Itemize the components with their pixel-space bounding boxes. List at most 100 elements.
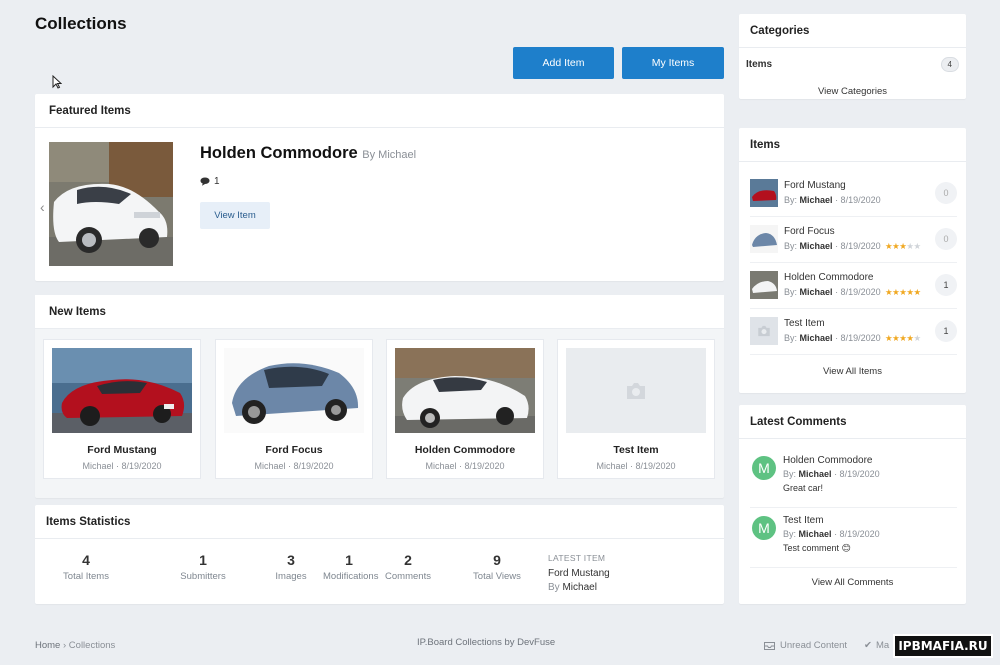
- comment-item-title[interactable]: Holden Commodore: [783, 455, 873, 466]
- mark-read-link[interactable]: ✔ Ma: [864, 640, 889, 651]
- items-statistics-heading: Items Statistics: [35, 505, 724, 539]
- star-empty-icon: ★: [913, 333, 922, 343]
- new-item-card[interactable]: Holden Commodore Michael · 8/19/2020: [386, 339, 544, 479]
- item-title[interactable]: Holden Commodore: [784, 272, 874, 283]
- item-author[interactable]: Michael: [800, 287, 833, 297]
- item-thumbnail[interactable]: [750, 179, 778, 207]
- item-thumbnail[interactable]: [750, 225, 778, 253]
- stat-value: 2: [404, 552, 412, 568]
- breadcrumb-current: Collections: [68, 640, 116, 651]
- latest-item-author: By Michael: [548, 582, 597, 593]
- stat-label: Comments: [385, 571, 431, 582]
- comment-count-bubble: 0: [935, 228, 957, 250]
- comment-count-bubble: 1: [935, 320, 957, 342]
- comment-row[interactable]: M Test Item By: Michael · 8/19/2020 Test…: [750, 508, 957, 568]
- item-meta: By: Michael · 8/19/2020: [784, 333, 881, 343]
- watermark-logo: IPBMAFIA.RU: [893, 634, 993, 658]
- avatar[interactable]: M: [752, 516, 776, 540]
- item-meta: Michael · 8/19/2020: [596, 461, 676, 471]
- featured-item-title-text[interactable]: Holden Commodore: [200, 144, 358, 162]
- latest-comments-heading: Latest Comments: [739, 405, 966, 439]
- item-date: · 8/19/2020: [835, 333, 881, 343]
- featured-item-title[interactable]: Holden Commodore By Michael: [200, 144, 416, 163]
- view-item-button[interactable]: View Item: [200, 202, 270, 229]
- item-author[interactable]: Michael: [800, 195, 833, 205]
- comment-date: · 8/19/2020: [834, 529, 880, 539]
- sidebar-item-row[interactable]: Test Item By: Michael · 8/19/2020 ★★★★★ …: [750, 309, 957, 355]
- item-title[interactable]: Ford Mustang: [44, 444, 200, 456]
- new-item-card[interactable]: Ford Mustang Michael · 8/19/2020: [43, 339, 201, 479]
- star-filled-icon: ★: [913, 287, 922, 297]
- new-item-card[interactable]: Ford Focus Michael · 8/19/2020: [215, 339, 373, 479]
- check-icon: ✔: [864, 640, 872, 651]
- new-item-card[interactable]: Test Item Michael · 8/19/2020: [557, 339, 715, 479]
- latest-item-author-name[interactable]: Michael: [562, 582, 596, 593]
- view-categories-link[interactable]: View Categories: [739, 86, 966, 97]
- breadcrumb: Home › Collections: [35, 640, 115, 651]
- category-label[interactable]: Items: [746, 59, 772, 70]
- featured-comment-count: 1: [214, 176, 220, 187]
- item-title[interactable]: Test Item: [784, 318, 825, 329]
- item-author[interactable]: Michael: [800, 333, 833, 343]
- by-prefix: By:: [784, 333, 798, 343]
- comment-meta: By: Michael · 8/19/2020: [783, 469, 880, 479]
- rating-stars: ★★★★★: [885, 333, 921, 344]
- mark-read-label[interactable]: Ma: [876, 640, 889, 651]
- my-items-button[interactable]: My Items: [622, 47, 724, 79]
- comment-item-title[interactable]: Test Item: [783, 515, 824, 526]
- item-image[interactable]: [395, 348, 535, 433]
- sidebar-item-row[interactable]: Holden Commodore By: Michael · 8/19/2020…: [750, 263, 957, 309]
- featured-comments: 1: [200, 176, 220, 187]
- item-meta: Michael · 8/19/2020: [82, 461, 162, 471]
- unread-content-link[interactable]: Unread Content: [764, 640, 847, 651]
- item-image[interactable]: [52, 348, 192, 433]
- item-image[interactable]: [224, 348, 364, 433]
- unread-content-label[interactable]: Unread Content: [780, 640, 847, 651]
- comment-author[interactable]: Michael: [799, 529, 832, 539]
- featured-items-heading: Featured Items: [35, 94, 724, 128]
- latest-item-title[interactable]: Ford Mustang: [548, 568, 610, 579]
- item-title[interactable]: Ford Mustang: [784, 180, 846, 191]
- item-image-placeholder[interactable]: [566, 348, 706, 433]
- item-title[interactable]: Ford Focus: [216, 444, 372, 456]
- comment-row[interactable]: M Holden Commodore By: Michael · 8/19/20…: [750, 448, 957, 508]
- chevron-left-icon[interactable]: ‹: [40, 199, 45, 215]
- comment-meta: By: Michael · 8/19/2020: [783, 529, 880, 539]
- sidebar-item-row[interactable]: Ford Focus By: Michael · 8/19/2020 ★★★★★…: [750, 217, 957, 263]
- view-all-items-link[interactable]: View All Items: [739, 366, 966, 377]
- comment-text: Test comment 😊: [783, 543, 851, 553]
- by-prefix: By:: [784, 195, 798, 205]
- avatar[interactable]: M: [752, 456, 776, 480]
- add-item-button[interactable]: Add Item: [513, 47, 614, 79]
- item-date: · 8/19/2020: [835, 195, 881, 205]
- stat-modifications: 1 Modifications: [323, 552, 378, 582]
- item-author[interactable]: Michael: [800, 241, 833, 251]
- by-prefix: By:: [783, 469, 797, 479]
- stat-submitters: 1 Submitters: [164, 552, 242, 582]
- category-row-items[interactable]: Items 4: [746, 54, 959, 74]
- stat-value: 1: [345, 552, 353, 568]
- mouse-cursor-icon: [52, 75, 62, 89]
- camera-icon: [758, 325, 770, 337]
- rating-stars: ★★★★★: [885, 241, 921, 252]
- breadcrumb-home[interactable]: Home: [35, 640, 60, 651]
- inbox-icon: [764, 641, 775, 650]
- comment-icon: [200, 177, 210, 186]
- items-statistics-panel: Items Statistics 4 Total Items 1 Submitt…: [35, 505, 724, 604]
- items-widget-panel: Items Ford Mustang By: Michael · 8/19/20…: [739, 128, 966, 393]
- footer-credit[interactable]: IP.Board Collections by DevFuse: [417, 637, 555, 648]
- stat-images: 3 Images: [261, 552, 321, 582]
- stat-value: 4: [82, 552, 90, 568]
- item-thumbnail[interactable]: [750, 271, 778, 299]
- item-title[interactable]: Test Item: [558, 444, 714, 456]
- item-thumbnail[interactable]: [750, 317, 778, 345]
- featured-item-image[interactable]: [49, 142, 173, 266]
- item-meta: By: Michael · 8/19/2020: [784, 195, 881, 205]
- stat-label: Submitters: [180, 571, 226, 582]
- item-title[interactable]: Holden Commodore: [387, 444, 543, 456]
- item-meta: By: Michael · 8/19/2020: [784, 287, 881, 297]
- sidebar-item-row[interactable]: Ford Mustang By: Michael · 8/19/2020 0: [750, 171, 957, 217]
- view-all-comments-link[interactable]: View All Comments: [739, 577, 966, 588]
- comment-author[interactable]: Michael: [799, 469, 832, 479]
- item-title[interactable]: Ford Focus: [784, 226, 835, 237]
